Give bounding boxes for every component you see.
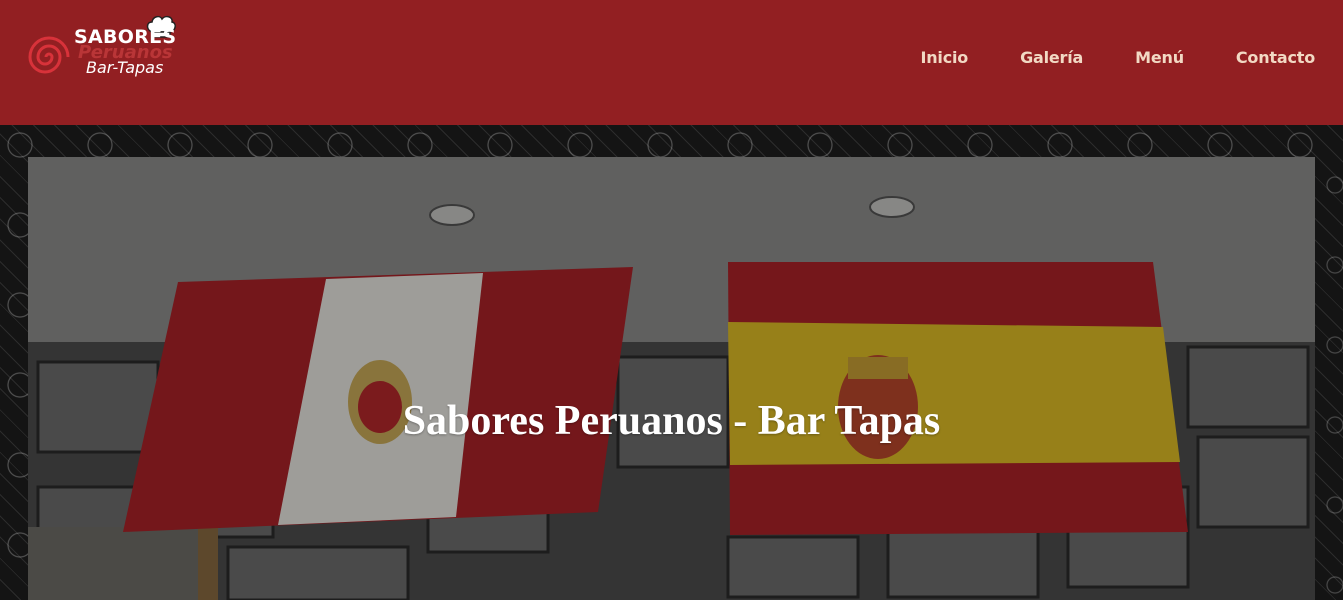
swirl-icon — [28, 36, 70, 74]
brand-logo[interactable]: Peruanos SABORES Bar-Tapas — [26, 12, 186, 92]
brand-name: SABORES — [74, 26, 177, 48]
hero-image — [28, 157, 1315, 600]
nav-item-galeria[interactable]: Galería — [1020, 48, 1083, 67]
hero-title: Sabores Peruanos - Bar Tapas — [402, 398, 941, 445]
hero-banner: Sabores Peruanos - Bar Tapas — [28, 157, 1315, 600]
site-header: Peruanos SABORES Bar-Tapas Inicio Galerí… — [0, 0, 1343, 125]
nav-item-inicio[interactable]: Inicio — [920, 48, 968, 67]
nav-item-contacto[interactable]: Contacto — [1236, 48, 1315, 67]
brand-tagline: Bar-Tapas — [86, 58, 164, 77]
main-nav: Inicio Galería Menú Contacto — [868, 48, 1315, 67]
nav-item-menu[interactable]: Menú — [1135, 48, 1184, 67]
